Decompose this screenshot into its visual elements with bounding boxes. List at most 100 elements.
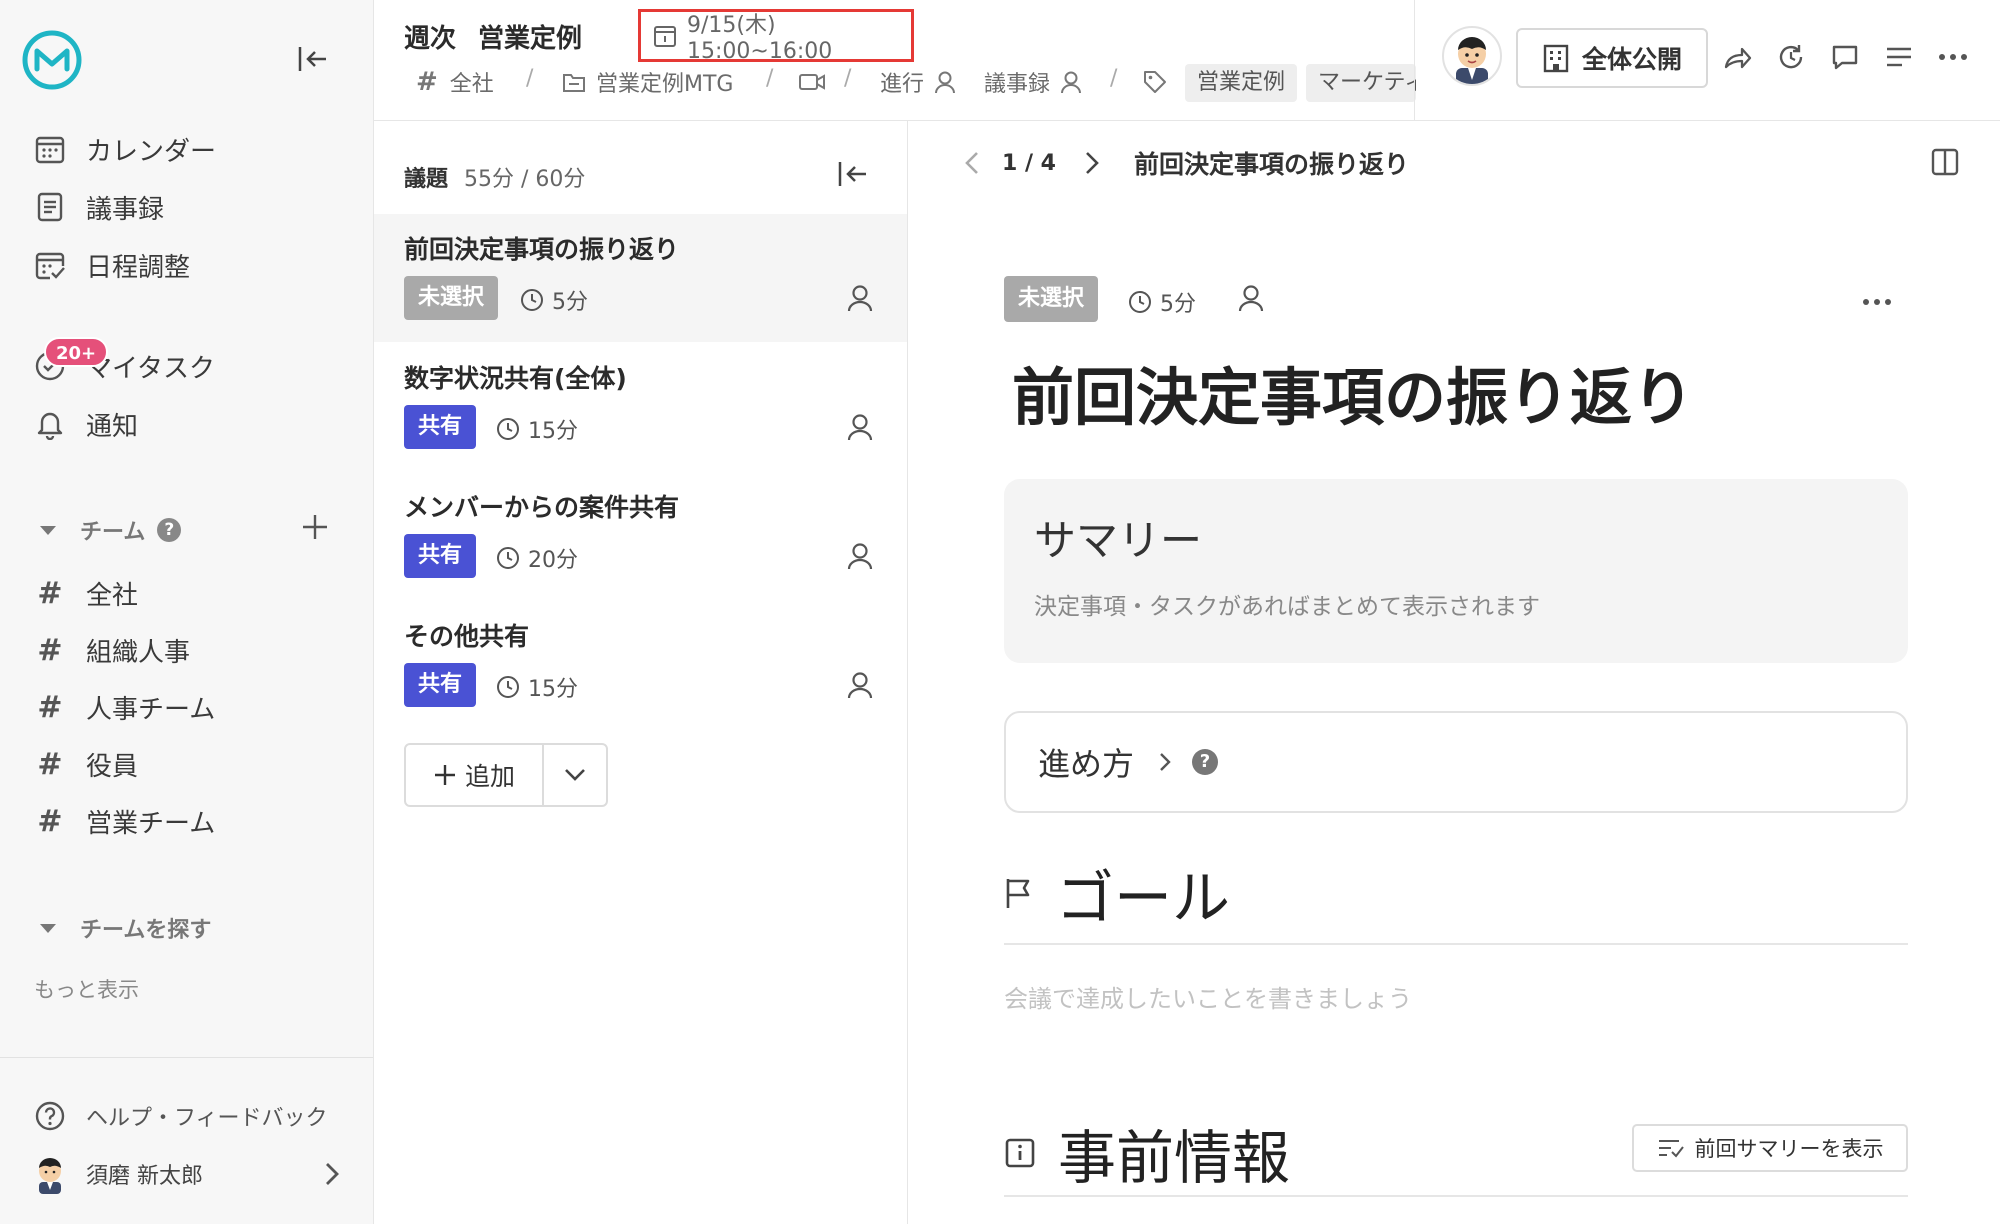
tag-chip[interactable]: マーケティ bbox=[1306, 64, 1416, 102]
chevron-down-icon bbox=[40, 923, 56, 933]
breadcrumb-separator: / bbox=[766, 66, 774, 91]
breadcrumb-folder[interactable]: 営業定例MTG bbox=[562, 64, 733, 100]
add-agenda-button[interactable]: 追加 bbox=[406, 745, 544, 805]
nav-minutes[interactable]: 議事録 bbox=[32, 185, 164, 229]
header-divider bbox=[1414, 0, 1415, 121]
status-badge[interactable]: 共有 bbox=[404, 405, 477, 449]
help-icon[interactable]: ? bbox=[157, 518, 182, 542]
folder-icon bbox=[562, 71, 586, 93]
hash-icon: # bbox=[37, 576, 63, 611]
clock-icon bbox=[496, 546, 520, 570]
duration-text: 5分 bbox=[552, 290, 588, 315]
refresh-icon[interactable] bbox=[1774, 40, 1808, 74]
detail-more-icon[interactable] bbox=[1862, 297, 1892, 307]
agenda-label: 議題 bbox=[404, 167, 449, 192]
goal-divider bbox=[1004, 943, 1908, 945]
status-badge[interactable]: 共有 bbox=[404, 534, 477, 578]
agenda-item[interactable]: その他共有 共有 15分 bbox=[374, 601, 907, 729]
nav-calendar[interactable]: カレンダー bbox=[32, 127, 216, 171]
team-item[interactable]: # 全社 bbox=[32, 575, 138, 612]
team-item[interactable]: # 組織人事 bbox=[32, 632, 190, 669]
assignee-icon[interactable] bbox=[847, 671, 873, 699]
video-icon[interactable] bbox=[798, 64, 826, 100]
add-team-button[interactable] bbox=[300, 512, 330, 542]
breadcrumb-team[interactable]: # 全社 bbox=[416, 64, 494, 100]
chevron-right-icon bbox=[322, 1160, 342, 1188]
howto-card[interactable]: 進め方 ? bbox=[1004, 711, 1908, 813]
comment-icon[interactable] bbox=[1828, 40, 1862, 74]
nav-scheduling[interactable]: 日程調整 bbox=[32, 243, 190, 287]
goal-input[interactable]: 会議で達成したいことを書きましょう bbox=[1004, 979, 1908, 1014]
agenda-item-duration[interactable]: 20分 bbox=[496, 542, 578, 574]
tag-chip[interactable]: 営業定例 bbox=[1185, 64, 1298, 102]
assignee-icon[interactable] bbox=[847, 542, 873, 570]
host-avatar[interactable] bbox=[1442, 26, 1502, 86]
minutes-taker-field[interactable]: 議事録 bbox=[984, 64, 1082, 100]
agenda-item-duration[interactable]: 15分 bbox=[496, 413, 578, 445]
add-dropdown-button[interactable] bbox=[544, 745, 606, 805]
detail-duration[interactable]: 5分 bbox=[1128, 286, 1196, 318]
team-item[interactable]: # 人事チーム bbox=[32, 689, 215, 726]
avatar bbox=[32, 1156, 68, 1194]
visibility-label: 全体公開 bbox=[1581, 45, 1682, 74]
tag-icon[interactable] bbox=[1142, 64, 1168, 100]
hash-icon: # bbox=[37, 804, 63, 839]
meeting-title[interactable]: 週次 営業定例 bbox=[404, 18, 582, 55]
agenda-item-duration[interactable]: 15分 bbox=[496, 671, 578, 703]
agenda-item[interactable]: 前回決定事項の振り返り 未選択 5分 bbox=[374, 214, 907, 342]
agenda-time-summary: 55分 / 60分 bbox=[464, 167, 586, 192]
datetime-highlight[interactable]: 9/15(木) 15:00~16:00 bbox=[638, 9, 914, 64]
agenda-item-title: メンバーからの案件共有 bbox=[404, 493, 680, 522]
preinfo-title: 事前情報 bbox=[1058, 1124, 1291, 1192]
user-menu[interactable]: 須磨 新太郎 bbox=[32, 1152, 342, 1196]
agenda-header: 議題 55分 / 60分 bbox=[404, 161, 585, 193]
status-badge[interactable]: 共有 bbox=[404, 663, 477, 707]
hash-icon: # bbox=[37, 690, 63, 725]
team-label: 人事チーム bbox=[86, 695, 216, 725]
collapse-agenda-icon[interactable] bbox=[836, 159, 870, 189]
visibility-button[interactable]: 全体公開 bbox=[1516, 28, 1708, 88]
detail-assignee-icon[interactable] bbox=[1238, 284, 1264, 312]
duration-text: 15分 bbox=[528, 419, 578, 444]
sidebar: カレンダー 議事録 日程調整 マイタスク 20+ 通知 チーム ? # 全社 # 組… bbox=[0, 0, 374, 1224]
team-item[interactable]: # 役員 bbox=[32, 746, 138, 783]
more-options-icon[interactable] bbox=[1936, 40, 1970, 74]
app-logo[interactable] bbox=[20, 28, 84, 92]
help-label: ヘルプ・フィードバック bbox=[86, 1106, 328, 1131]
detail-status-badge[interactable]: 未選択 bbox=[1004, 276, 1099, 322]
add-label: 追加 bbox=[464, 762, 515, 791]
show-previous-summary-button[interactable]: 前回サマリーを表示 bbox=[1632, 1124, 1908, 1172]
meeting-title-text: 営業定例 bbox=[478, 24, 583, 54]
show-more-link[interactable]: もっと表示 bbox=[34, 974, 139, 1004]
nav-label: 議事録 bbox=[86, 194, 165, 225]
nav-label: 通知 bbox=[86, 411, 139, 442]
assignee-icon[interactable] bbox=[847, 284, 873, 312]
agenda-item[interactable]: 数字状況共有(全体) 共有 15分 bbox=[374, 343, 907, 471]
help-icon[interactable]: ? bbox=[1192, 749, 1219, 775]
split-view-icon[interactable] bbox=[1930, 147, 1960, 177]
collapse-sidebar-icon[interactable] bbox=[296, 44, 330, 74]
outline-icon[interactable] bbox=[1882, 40, 1916, 74]
share-icon[interactable] bbox=[1720, 40, 1754, 74]
person-icon bbox=[934, 70, 956, 94]
nav-label: カレンダー bbox=[86, 136, 217, 167]
agenda-heading[interactable]: 前回決定事項の振り返り bbox=[1012, 347, 1694, 437]
status-badge[interactable]: 未選択 bbox=[404, 276, 499, 320]
team-section-header[interactable]: チーム ? bbox=[40, 514, 182, 546]
duration-text: 15分 bbox=[528, 677, 578, 702]
nav-notifications[interactable]: 通知 bbox=[32, 402, 138, 446]
calendar-icon bbox=[32, 131, 68, 167]
help-feedback[interactable]: ヘルプ・フィードバック bbox=[32, 1094, 328, 1138]
facilitator-field[interactable]: 進行 bbox=[880, 64, 956, 100]
goal-header: ゴール bbox=[1004, 851, 1230, 935]
chevron-down-icon bbox=[563, 767, 587, 783]
chevron-right-icon[interactable] bbox=[1084, 150, 1100, 176]
agenda-item-duration[interactable]: 5分 bbox=[520, 284, 588, 316]
explore-section-label: チームを探す bbox=[80, 918, 212, 943]
chevron-left-icon[interactable] bbox=[964, 150, 980, 176]
explore-section-header[interactable]: チームを探す bbox=[40, 912, 211, 944]
assignee-icon[interactable] bbox=[847, 413, 873, 441]
team-item[interactable]: # 営業チーム bbox=[32, 803, 215, 840]
clock-icon bbox=[496, 417, 520, 441]
agenda-item[interactable]: メンバーからの案件共有 共有 20分 bbox=[374, 472, 907, 600]
